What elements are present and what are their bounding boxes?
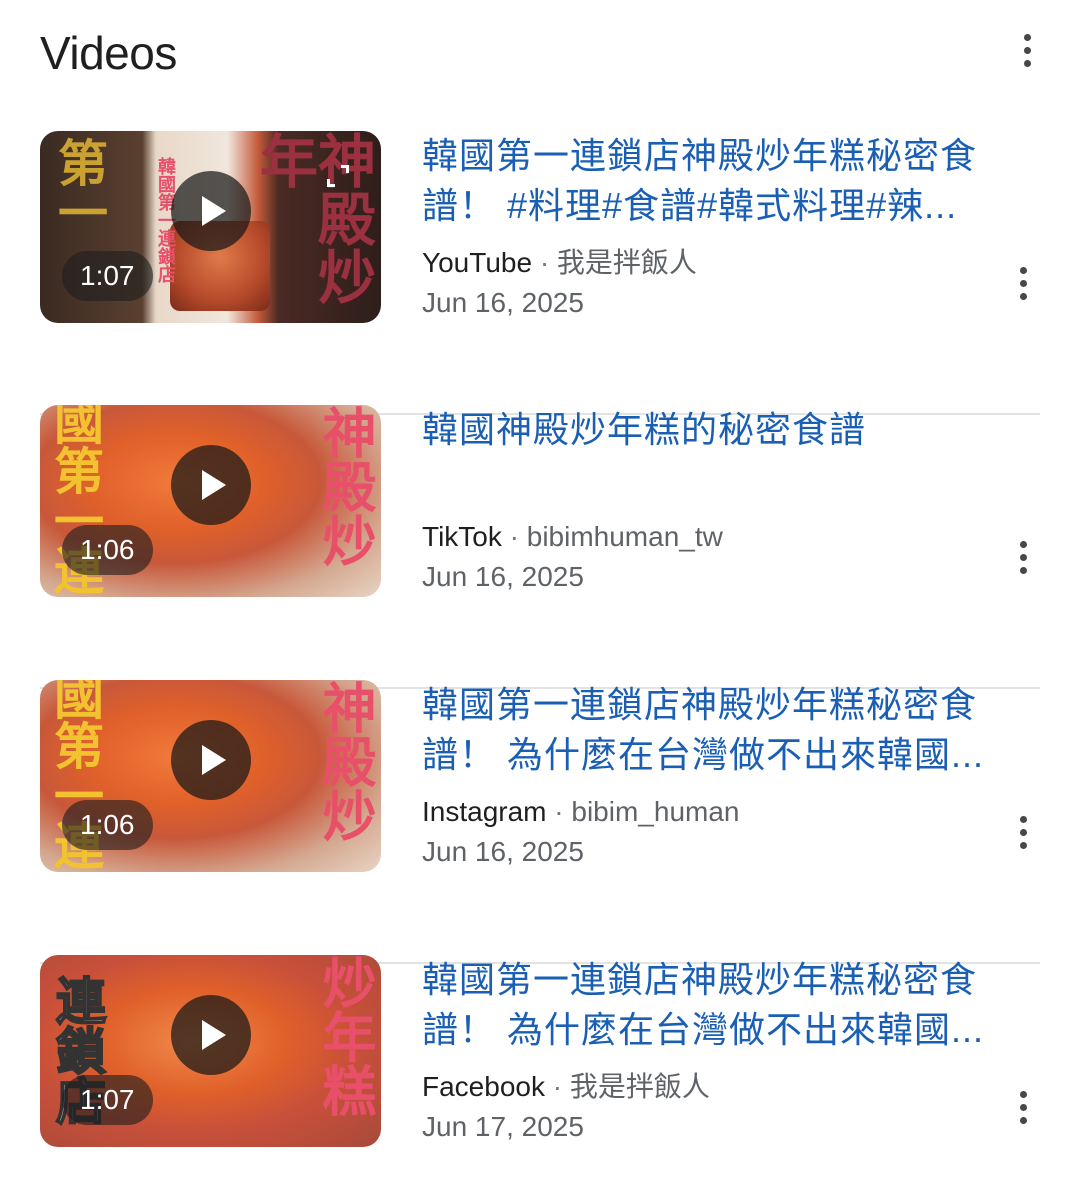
more-vert-icon[interactable] [1008,535,1038,579]
video-channel: bibim_human [571,796,740,827]
video-thumbnail[interactable]: 國第一連 神殿炒 1:06 [40,680,381,872]
video-meta: Instagram · bibim_human [422,794,740,830]
video-source: Instagram [422,796,547,827]
video-channel: 我是拌飯人 [569,1071,710,1102]
video-title-link[interactable]: 韓國第一連鎖店神殿炒年糕秘密食譜！ 為什麼在台灣做不出來韓國... [422,955,1042,1055]
more-vert-icon[interactable] [1012,28,1042,72]
meta-separator: · [552,1071,563,1102]
meta-separator: · [509,521,519,552]
video-source: YouTube [422,247,533,278]
video-source: TikTok [422,521,502,552]
video-title-link[interactable]: 韓國神殿炒年糕的秘密食譜 [422,405,1042,455]
video-title-link[interactable]: 韓國第一連鎖店神殿炒年糕秘密食譜！ #料理#食譜#韓式料理#辣... [422,131,1042,231]
video-duration: 1:07 [62,1075,153,1125]
videos-header: Videos [40,22,1040,82]
play-icon[interactable] [171,720,251,800]
more-vert-icon[interactable] [1008,810,1038,854]
play-icon[interactable] [171,171,251,251]
thumbnail-caption-right: 神殿炒 [313,680,376,842]
video-thumbnail[interactable]: 連鎖店 炒年糕 1:07 [40,955,381,1147]
more-vert-icon[interactable] [1008,261,1038,305]
section-title: Videos [40,27,177,79]
thumbnail-caption-left: 第一 [50,137,108,237]
video-channel: 我是拌飯人 [556,247,697,278]
thumbnail-caption-right: 神殿炒 [313,405,376,567]
video-result-tiktok[interactable]: 國第一連 神殿炒 1:06 韓國神殿炒年糕的秘密食譜 TikTok · bibi… [40,405,1042,689]
meta-separator: · [539,247,550,278]
more-vert-icon[interactable] [1008,1085,1038,1129]
video-date: Jun 16, 2025 [422,836,584,867]
video-channel: bibimhuman_tw [526,521,723,552]
video-meta: Facebook · 我是拌飯人 [422,1069,710,1105]
video-source: Facebook [422,1071,545,1102]
video-result-facebook[interactable]: 連鎖店 炒年糕 1:07 韓國第一連鎖店神殿炒年糕秘密食譜！ 為什麼在台灣做不出… [40,955,1040,1181]
thumbnail-caption-right: 炒年糕 [313,955,376,1117]
thumbnail-caption-right: 神殿炒年 [250,131,376,305]
expand-icon[interactable] [327,165,349,187]
video-meta: TikTok · bibimhuman_tw [422,519,723,555]
meta-separator: · [554,796,564,827]
video-duration: 1:06 [62,525,153,575]
video-duration: 1:06 [62,800,153,850]
play-icon[interactable] [171,995,251,1075]
video-date: Jun 17, 2025 [422,1111,584,1142]
video-result-youtube[interactable]: 第一 韓國第一連鎖店 神殿炒年 1:07 韓國第一連鎖店神殿炒年糕秘密食譜！ #… [40,131,1042,415]
video-date: Jun 16, 2025 [422,561,584,592]
video-result-instagram[interactable]: 國第一連 神殿炒 1:06 韓國第一連鎖店神殿炒年糕秘密食譜！ 為什麼在台灣做不… [40,680,1042,964]
video-meta: YouTube · 我是拌飯人 [422,245,697,281]
play-icon[interactable] [171,445,251,525]
video-duration: 1:07 [62,251,153,301]
video-date: Jun 16, 2025 [422,287,584,318]
video-thumbnail[interactable]: 第一 韓國第一連鎖店 神殿炒年 1:07 [40,131,381,323]
video-title-link[interactable]: 韓國第一連鎖店神殿炒年糕秘密食譜！ 為什麼在台灣做不出來韓國... [422,680,1042,780]
video-thumbnail[interactable]: 國第一連 神殿炒 1:06 [40,405,381,597]
